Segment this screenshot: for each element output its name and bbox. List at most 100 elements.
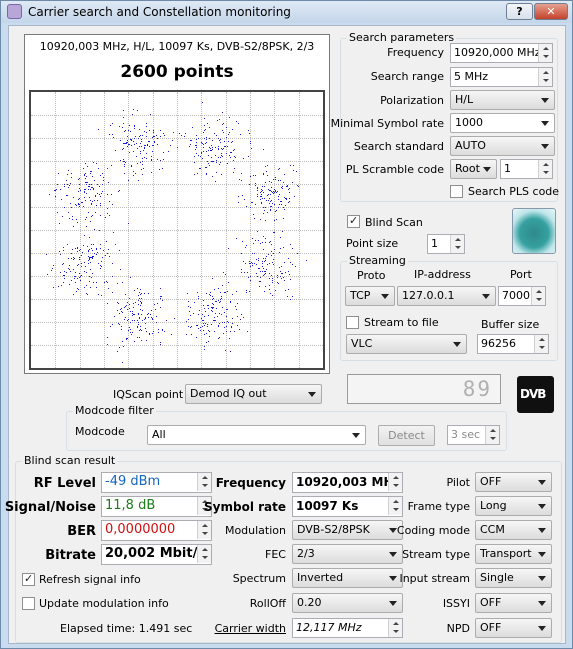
constellation-point: [197, 325, 198, 326]
close-button[interactable]: ✕: [534, 3, 568, 20]
polarization-select[interactable]: H/L: [450, 90, 555, 110]
constellation-point: [173, 132, 174, 133]
interval-input[interactable]: 3 sec: [447, 425, 500, 445]
buffer-size-input[interactable]: 96256: [477, 334, 549, 354]
constellation-point: [286, 198, 287, 199]
constellation-point: [109, 256, 110, 257]
search-range-spinner[interactable]: [538, 68, 552, 86]
constellation-point: [102, 257, 103, 258]
constellation-point: [139, 298, 140, 299]
constellation-point: [228, 282, 229, 283]
modcode-select[interactable]: All: [147, 425, 366, 445]
ber-field[interactable]: 0,0000000: [101, 520, 212, 541]
constellation-point: [81, 263, 82, 264]
constellation-point: [132, 332, 133, 333]
point-size-input[interactable]: 1: [427, 234, 465, 254]
constellation-point: [132, 311, 133, 312]
rolloff-select[interactable]: 0.20: [292, 593, 403, 613]
carrier-width-label[interactable]: Carrier width: [215, 622, 286, 635]
pl-scramble-input[interactable]: 1: [500, 159, 553, 179]
constellation-point: [124, 131, 125, 132]
constellation-point: [271, 187, 272, 188]
search-range-input[interactable]: 5 MHz: [450, 67, 553, 87]
pilot-select[interactable]: OFF: [475, 472, 552, 492]
symbol-rate-spinner[interactable]: [388, 497, 402, 515]
search-standard-select[interactable]: AUTO: [450, 136, 555, 156]
port-spinner[interactable]: [531, 287, 545, 305]
bitrate-field[interactable]: 20,002 Mbit/s: [101, 544, 212, 565]
constellation-point: [268, 194, 269, 195]
frequency-spinner[interactable]: [538, 44, 552, 62]
carrier-width-field[interactable]: 12,117 MHz: [292, 618, 403, 638]
ber-spinner[interactable]: [197, 521, 211, 539]
constellation-point: [51, 270, 52, 271]
constellation-point: [92, 201, 93, 202]
constellation-point: [225, 274, 226, 275]
rf-level-field[interactable]: -49 dBm: [101, 472, 212, 493]
constellation-point: [280, 180, 281, 181]
constellation-point: [223, 148, 224, 149]
ip-address-select[interactable]: 127.0.0.1: [397, 286, 496, 306]
constellation-point: [212, 307, 213, 308]
detect-button[interactable]: Detect: [378, 425, 435, 446]
constellation-point: [252, 253, 253, 254]
constellation-point: [61, 199, 62, 200]
constellation-point: [144, 131, 145, 132]
refresh-signal-checkbox[interactable]: [22, 572, 35, 586]
constellation-point: [96, 249, 97, 250]
interval-spinner[interactable]: [485, 426, 499, 444]
constellation-point: [127, 142, 128, 143]
buffer-size-spinner[interactable]: [534, 335, 548, 353]
constellation-point: [273, 264, 274, 265]
constellation-point: [233, 172, 234, 173]
modulation-select[interactable]: DVB-S2/8PSK: [292, 520, 403, 540]
constellation-point: [158, 332, 159, 333]
search-pls-checkbox[interactable]: [450, 185, 463, 198]
npd-select[interactable]: OFF: [475, 618, 552, 638]
help-button[interactable]: ?: [506, 3, 533, 20]
result-frequency-field[interactable]: 10920,003 MHz: [292, 472, 403, 493]
rf-level-spinner[interactable]: [197, 473, 211, 491]
constellation-point: [87, 166, 88, 167]
blind-scan-checkbox[interactable]: [347, 214, 360, 228]
spectrum-select[interactable]: Inverted: [292, 568, 403, 588]
frame-type-select[interactable]: Long: [475, 496, 552, 516]
constellation-point: [125, 317, 126, 318]
player-select[interactable]: VLC: [346, 334, 467, 354]
port-input[interactable]: 7000: [498, 286, 546, 306]
carrier-width-spinner[interactable]: [388, 619, 402, 637]
constellation-point: [160, 307, 161, 308]
proto-select[interactable]: TCP: [345, 286, 395, 306]
stream-type-select[interactable]: Transport: [475, 544, 552, 564]
input-stream-select[interactable]: Single: [475, 568, 552, 588]
iqscan-select[interactable]: Demod IQ out: [185, 384, 322, 404]
update-modulation-checkbox[interactable]: [22, 597, 35, 610]
modulation-label: Modulation: [224, 524, 286, 537]
min-symbol-rate-select[interactable]: 1000: [450, 113, 555, 133]
pl-scramble-spinner[interactable]: [538, 160, 552, 178]
point-size-spinner[interactable]: [450, 235, 464, 253]
constellation-point: [273, 193, 274, 194]
issyi-select[interactable]: OFF: [475, 593, 552, 613]
frequency-input[interactable]: 10920,000 MHz: [450, 43, 553, 63]
result-frequency-spinner[interactable]: [388, 473, 402, 491]
constellation-point: [46, 254, 47, 255]
constellation-point: [277, 275, 278, 276]
constellation-point: [296, 171, 297, 172]
constellation-point: [47, 274, 48, 275]
constellation-point: [263, 207, 264, 208]
constellation-point: [49, 194, 50, 195]
mascot-icon[interactable]: [512, 208, 556, 254]
stream-to-file-checkbox[interactable]: [346, 316, 359, 329]
coding-mode-select[interactable]: CCM: [475, 520, 552, 540]
bitrate-spinner[interactable]: [197, 545, 211, 563]
snr-field[interactable]: 11,8 dB: [101, 496, 212, 517]
fec-select[interactable]: 2/3: [292, 544, 403, 564]
constellation-point: [209, 331, 210, 332]
constellation-plot[interactable]: [29, 90, 325, 370]
symbol-rate-field[interactable]: 10097 Ks: [292, 496, 403, 517]
constellation-point: [273, 253, 274, 254]
pl-scramble-type-select[interactable]: Root: [450, 159, 497, 179]
constellation-point: [92, 256, 93, 257]
issyi-label: ISSYI: [442, 597, 470, 610]
